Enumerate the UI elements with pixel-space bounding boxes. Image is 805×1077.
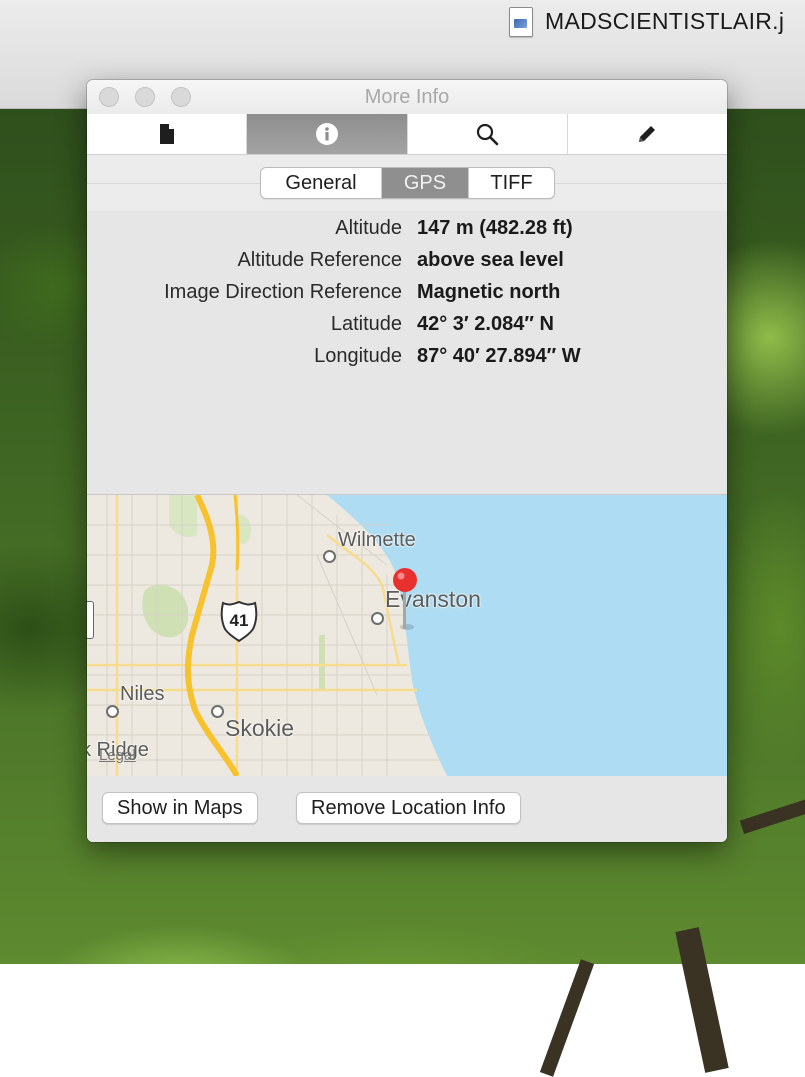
info-key: Latitude [330, 313, 402, 335]
location-map[interactable]: Wilmette Evanston Niles Skokie k Ridge L… [87, 494, 727, 776]
inspector-tabs [87, 114, 727, 155]
info-value: above sea level [417, 249, 564, 271]
tab-annotations[interactable] [568, 114, 727, 154]
tab-more-info[interactable] [247, 114, 408, 154]
map-label-niles: Niles [120, 683, 165, 705]
pencil-icon [639, 126, 656, 142]
info-row-longitude: Longitude 87° 40′ 27.894″ W [87, 345, 727, 375]
segment-general[interactable]: General [261, 168, 382, 198]
info-key: Altitude [335, 217, 402, 239]
window-title: More Info [364, 86, 450, 108]
tab-general-info[interactable] [87, 114, 248, 154]
map-side-handle[interactable] [87, 601, 94, 639]
metadata-segmented-control: General GPS TIFF [260, 167, 555, 199]
magnifier-icon [477, 123, 499, 146]
info-key: Longitude [314, 345, 402, 367]
info-key: Image Direction Reference [164, 281, 402, 303]
map-label-wilmette: Wilmette [338, 529, 416, 551]
more-info-panel: More Info General GPS TIFF Altitude 147 … [87, 80, 727, 842]
title-bar[interactable]: More Info [87, 80, 727, 115]
remove-location-info-button[interactable]: Remove Location Info [296, 792, 521, 824]
info-value: 87° 40′ 27.894″ W [417, 345, 581, 367]
show-in-maps-button[interactable]: Show in Maps [102, 792, 258, 824]
segment-gps[interactable]: GPS [382, 168, 469, 198]
route-number: 41 [230, 611, 249, 630]
jpeg-file-icon [509, 7, 533, 37]
gps-info-table: Altitude 147 m (482.28 ft) Altitude Refe… [87, 211, 727, 494]
map-label-skokie: Skokie [225, 715, 295, 741]
map-legal-link[interactable]: Legal [99, 747, 136, 764]
info-value: 42° 3′ 2.084″ N [417, 313, 554, 335]
evanston-dot [371, 612, 384, 625]
segment-tiff[interactable]: TIFF [469, 168, 554, 198]
location-pin-icon[interactable] [392, 567, 418, 637]
info-row-altitude: Altitude 147 m (482.28 ft) [87, 217, 727, 247]
info-value: Magnetic north [417, 281, 561, 303]
us-route-shield-icon: 41 [217, 599, 261, 643]
action-bar: Show in Maps Remove Location Info [87, 776, 727, 842]
document-title: MADSCIENTISTLAIR.j [545, 8, 785, 34]
niles-dot [106, 705, 119, 718]
skokie-dot [211, 705, 224, 718]
info-row-latitude: Latitude 42° 3′ 2.084″ N [87, 313, 727, 343]
info-icon [315, 123, 338, 145]
document-icon [159, 124, 174, 144]
info-value: 147 m (482.28 ft) [417, 217, 573, 239]
info-row-altitude-reference: Altitude Reference above sea level [87, 249, 727, 279]
info-row-image-direction-reference: Image Direction Reference Magnetic north [87, 281, 727, 311]
wilmette-dot [323, 550, 336, 563]
tab-keywords[interactable] [408, 114, 568, 154]
info-key: Altitude Reference [237, 249, 402, 271]
segment-bar: General GPS TIFF [87, 155, 727, 211]
